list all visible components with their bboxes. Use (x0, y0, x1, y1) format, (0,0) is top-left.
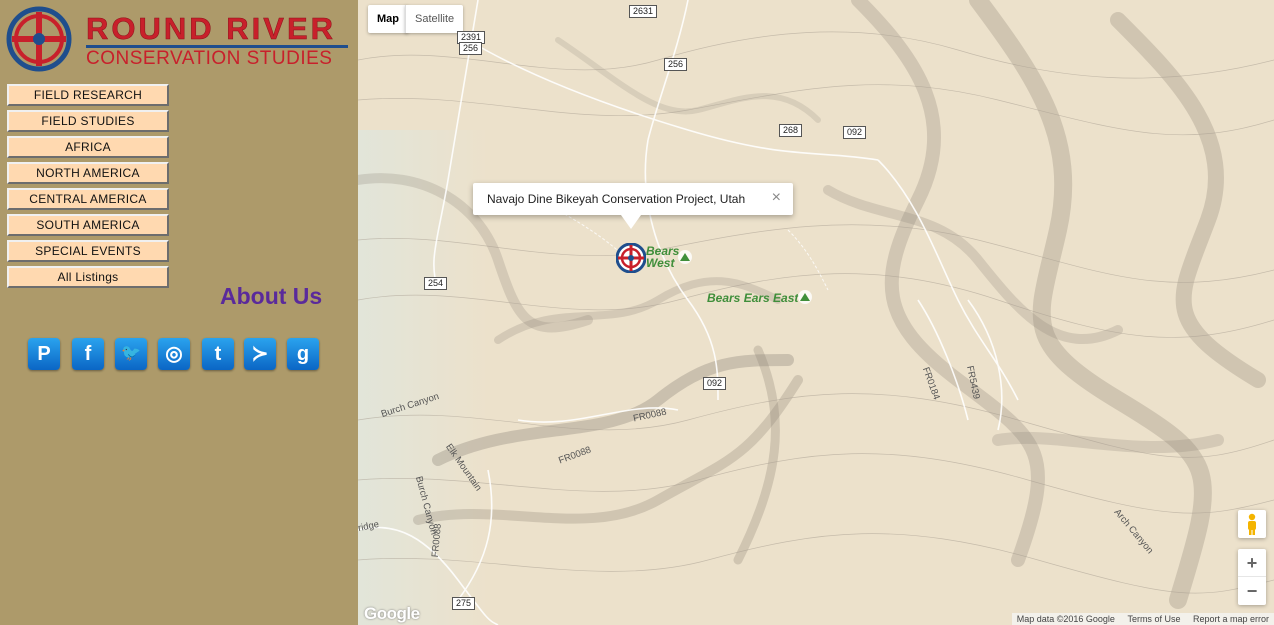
brand-subtitle: CONSERVATION STUDIES (86, 48, 333, 69)
info-window: Navajo Dine Bikeyah Conservation Project… (473, 183, 793, 229)
street-view-pegman-icon[interactable] (1238, 510, 1266, 538)
menu-south-america[interactable]: SOUTH AMERICA (7, 214, 169, 236)
peak-bears-ears-west-label: Bears West (646, 245, 679, 269)
twitter-icon[interactable]: 🐦 (115, 338, 147, 370)
menu-field-research[interactable]: FIELD RESEARCH (7, 84, 169, 106)
map-data-credit: Map data ©2016 Google (1016, 614, 1115, 624)
map-type-map-button[interactable]: Map (368, 5, 408, 33)
menu-field-studies[interactable]: FIELD STUDIES (7, 110, 169, 132)
road-shield-256b: 256 (664, 58, 688, 71)
road-shield-2631: 2631 (629, 5, 658, 18)
menu-central-america[interactable]: CENTRAL AMERICA (7, 188, 169, 210)
facebook-icon[interactable]: f (72, 338, 104, 370)
terms-of-use-link[interactable]: Terms of Use (1122, 614, 1185, 624)
road-shield-268: 268 (779, 124, 803, 137)
pinterest-icon[interactable]: P (28, 338, 60, 370)
tumblr-icon[interactable]: t (202, 338, 234, 370)
terrain-map[interactable]: Map Satellite 2631 2391 256 256 268 092 … (358, 0, 1274, 625)
google-icon[interactable]: g (287, 338, 319, 370)
crosshair-logo-icon (6, 6, 72, 72)
close-icon[interactable]: × (772, 189, 781, 207)
category-menu: FIELD RESEARCH FIELD STUDIES AFRICA NORT… (7, 84, 169, 292)
delicious-icon[interactable]: ≻ (244, 338, 276, 370)
road-shield-275: 275 (452, 597, 476, 610)
menu-special-events[interactable]: SPECIAL EVENTS (7, 240, 169, 262)
menu-all-listings[interactable]: All Listings (7, 266, 169, 288)
sidebar: ROUND RIVER CONSERVATION STUDIES FIELD R… (0, 0, 358, 625)
dribbble-icon[interactable]: ◎ (158, 338, 190, 370)
road-shield-254: 254 (424, 277, 448, 290)
info-window-tail (621, 215, 641, 229)
about-us-link[interactable]: About Us (220, 283, 322, 310)
map-type-satellite-button[interactable]: Satellite (405, 5, 464, 33)
zoom-out-button[interactable]: − (1238, 577, 1266, 605)
mountain-peak-icon-east[interactable] (798, 290, 812, 304)
round-river-logo[interactable]: ROUND RIVER CONSERVATION STUDIES (6, 6, 348, 72)
peak-west-line2: West (646, 256, 675, 270)
menu-north-america[interactable]: NORTH AMERICA (7, 162, 169, 184)
brand-name: ROUND RIVER (86, 11, 337, 46)
road-shield-256: 256 (459, 42, 483, 55)
google-logo[interactable]: Google (364, 604, 420, 624)
mountain-peak-icon[interactable] (678, 250, 692, 264)
info-window-text: Navajo Dine Bikeyah Conservation Project… (487, 192, 746, 206)
project-marker-icon[interactable] (616, 243, 646, 273)
zoom-in-button[interactable]: + (1238, 549, 1266, 577)
map-attribution: Map data ©2016 Google Terms of Use Repor… (1011, 613, 1274, 625)
pegman-figure-icon (1248, 513, 1256, 535)
road-shield-092b: 092 (703, 377, 727, 390)
road-shield-092: 092 (843, 126, 867, 139)
zoom-control: + − (1238, 549, 1266, 605)
peak-bears-ears-east-label: Bears Ears East (707, 291, 799, 305)
menu-africa[interactable]: AFRICA (7, 136, 169, 158)
report-map-error-link[interactable]: Report a map error (1188, 614, 1274, 624)
